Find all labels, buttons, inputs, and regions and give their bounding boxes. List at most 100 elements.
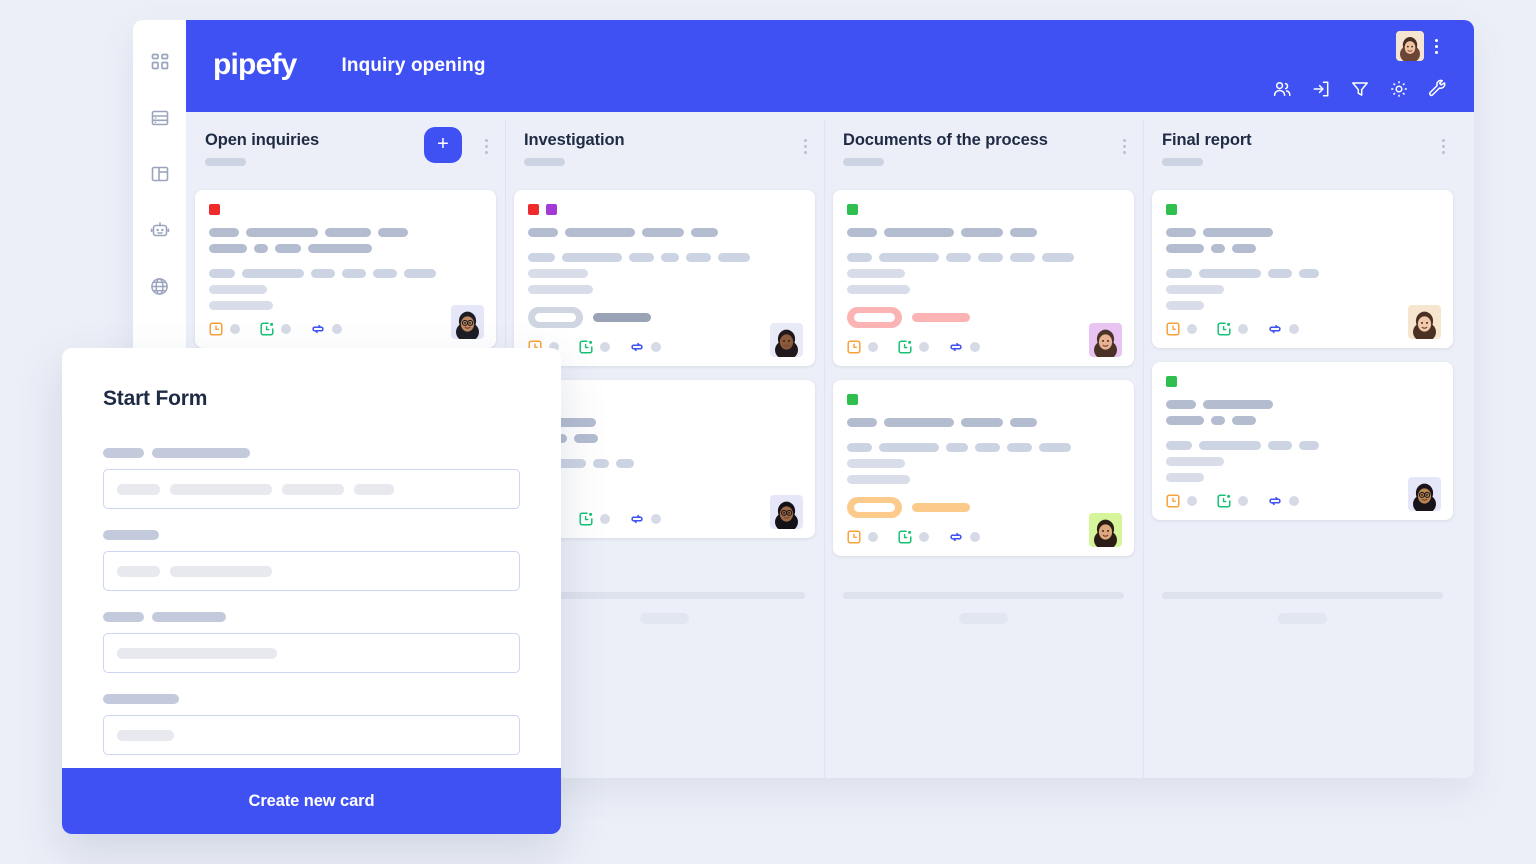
- skeleton-bar: [978, 253, 1003, 262]
- sidebar-item-layout[interactable]: [145, 159, 175, 189]
- form-field-input[interactable]: [103, 551, 520, 591]
- sidebar-item-dashboard[interactable]: [145, 47, 175, 77]
- clock-icon[interactable]: [1166, 494, 1180, 508]
- settings-icon[interactable]: [1389, 79, 1409, 99]
- card-avatar[interactable]: [1089, 323, 1122, 357]
- skeleton-bar: [1199, 441, 1261, 450]
- sidebar-item-database[interactable]: [145, 103, 175, 133]
- skeleton-bar: [1010, 418, 1037, 427]
- checklist-icon[interactable]: [1217, 322, 1231, 336]
- skeleton-bar: [565, 228, 635, 237]
- members-icon[interactable]: [1272, 79, 1292, 99]
- sidebar-item-automation[interactable]: [145, 215, 175, 245]
- column-ghost-skeleton: [1152, 592, 1453, 624]
- board-card[interactable]: [514, 190, 815, 366]
- skeleton-bar: [152, 448, 250, 458]
- import-icon[interactable]: [1311, 79, 1331, 99]
- card-description-skeleton: [209, 301, 482, 310]
- card-badge-row: [528, 307, 801, 328]
- card-description-skeleton: [528, 475, 801, 484]
- filter-icon[interactable]: [1350, 79, 1370, 99]
- card-title-skeleton: [847, 228, 1120, 237]
- skeleton-bar: [629, 253, 654, 262]
- skeleton-bar: [661, 253, 679, 262]
- card-avatar[interactable]: [451, 305, 484, 339]
- tools-icon[interactable]: [1428, 79, 1448, 99]
- card-title-skeleton: [1166, 400, 1439, 409]
- column-kebab-menu[interactable]: [480, 137, 492, 155]
- skeleton-bar: [1299, 269, 1319, 278]
- skeleton-bar: [847, 285, 910, 294]
- kebab-dot: [1434, 44, 1438, 48]
- sync-icon[interactable]: [949, 340, 963, 354]
- card-avatar[interactable]: [1089, 513, 1122, 547]
- checklist-icon[interactable]: [898, 530, 912, 544]
- skeleton-bar: [1010, 253, 1035, 262]
- checklist-icon[interactable]: [260, 322, 274, 336]
- sync-icon[interactable]: [1268, 322, 1282, 336]
- skeleton-bar: [562, 253, 622, 262]
- card-tags: [847, 204, 1120, 215]
- card-tag: [847, 394, 858, 405]
- skeleton-bar: [325, 228, 371, 237]
- kebab-dot: [1441, 138, 1445, 142]
- card-description-skeleton: [847, 285, 1120, 294]
- board-card[interactable]: [1152, 362, 1453, 520]
- clock-icon[interactable]: [847, 530, 861, 544]
- add-card-button[interactable]: +: [424, 127, 462, 163]
- card-description-skeleton: [847, 269, 1120, 278]
- card-badge: [847, 497, 902, 518]
- column-kebab-menu[interactable]: [799, 137, 811, 155]
- card-badge: [528, 307, 583, 328]
- form-field-input[interactable]: [103, 633, 520, 673]
- checklist-icon[interactable]: [898, 340, 912, 354]
- ghost-pill: [640, 613, 689, 624]
- header-kebab-menu[interactable]: [1428, 35, 1444, 57]
- ghost-line: [1162, 592, 1443, 599]
- skeleton-bar: [246, 228, 318, 237]
- header-icon-group: [1272, 79, 1448, 99]
- create-new-card-button[interactable]: Create new card: [62, 768, 561, 834]
- clock-icon[interactable]: [847, 340, 861, 354]
- user-avatar[interactable]: [1396, 31, 1424, 61]
- card-avatar[interactable]: [1408, 477, 1441, 511]
- card-footer: [528, 340, 801, 354]
- skeleton-bar: [103, 612, 144, 622]
- clock-icon[interactable]: [209, 322, 223, 336]
- sync-icon[interactable]: [630, 340, 644, 354]
- card-avatar[interactable]: [770, 323, 803, 357]
- checklist-icon[interactable]: [579, 512, 593, 526]
- sync-icon[interactable]: [630, 512, 644, 526]
- kebab-dot: [1441, 150, 1445, 154]
- skeleton-bar: [209, 269, 235, 278]
- board-card[interactable]: [833, 380, 1134, 556]
- card-footer-placeholder: [281, 324, 291, 334]
- card-title-skeleton: [209, 228, 482, 237]
- column-kebab-menu[interactable]: [1118, 137, 1130, 155]
- clock-icon[interactable]: [1166, 322, 1180, 336]
- card-footer: [209, 322, 482, 336]
- sync-icon[interactable]: [949, 530, 963, 544]
- board-card[interactable]: [1152, 190, 1453, 348]
- skeleton-bar: [847, 418, 877, 427]
- checklist-icon[interactable]: [1217, 494, 1231, 508]
- column-kebab-menu[interactable]: [1437, 137, 1449, 155]
- sync-icon[interactable]: [311, 322, 325, 336]
- card-tags: [209, 204, 482, 215]
- card-avatar[interactable]: [770, 495, 803, 529]
- kebab-dot: [484, 144, 488, 148]
- card-footer-placeholder: [1187, 496, 1197, 506]
- form-field-input[interactable]: [103, 469, 520, 509]
- sidebar-item-portal[interactable]: [145, 271, 175, 301]
- checklist-icon[interactable]: [579, 340, 593, 354]
- skeleton-bar: [847, 475, 910, 484]
- form-field-input[interactable]: [103, 715, 520, 755]
- board-card[interactable]: [833, 190, 1134, 366]
- robot-icon: [149, 219, 171, 241]
- card-badge-bar: [912, 313, 970, 322]
- sync-icon[interactable]: [1268, 494, 1282, 508]
- skeleton-bar: [593, 459, 609, 468]
- card-avatar[interactable]: [1408, 305, 1441, 339]
- board-card[interactable]: [195, 190, 496, 348]
